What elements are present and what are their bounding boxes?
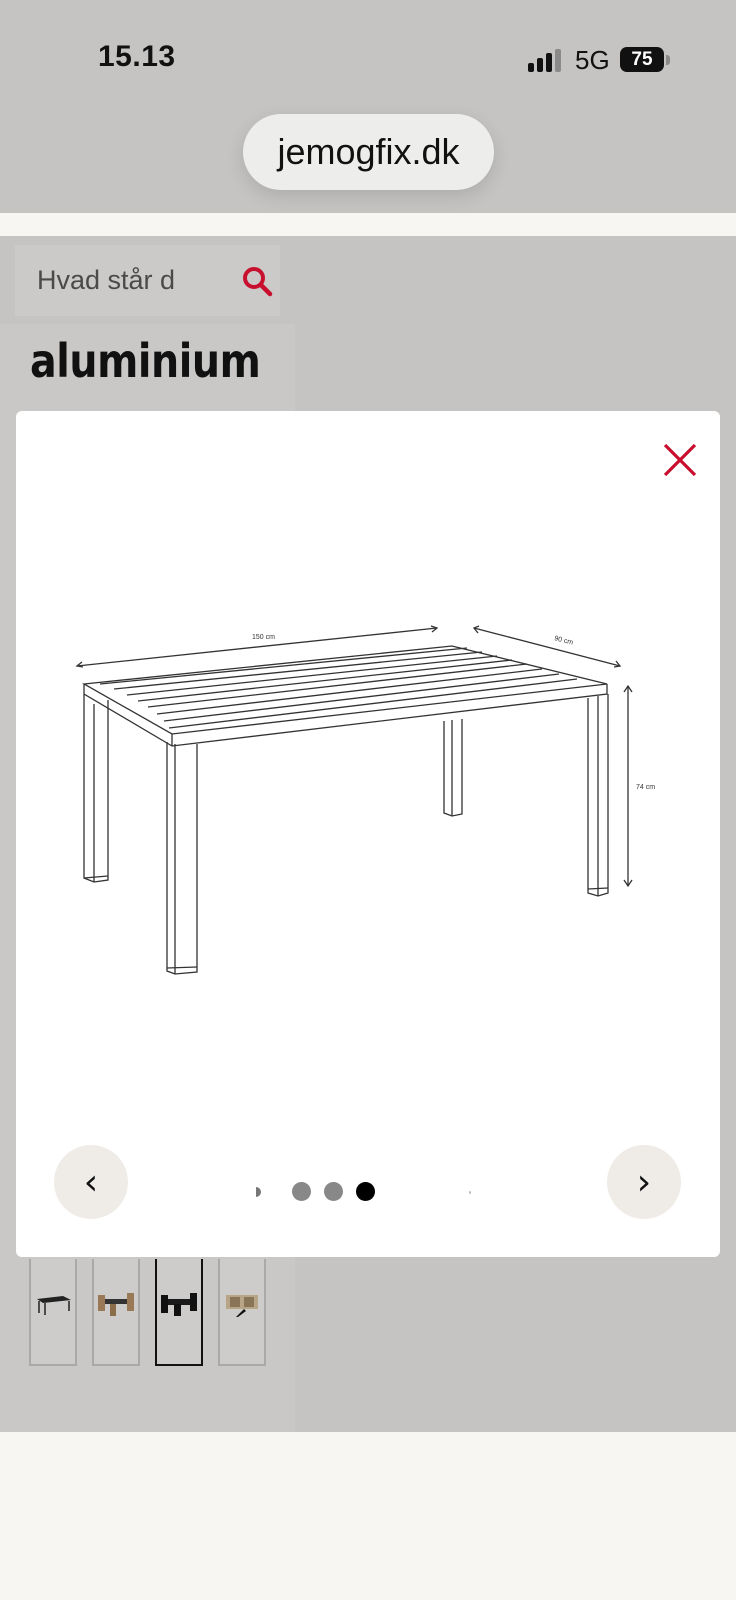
thumb-set-black[interactable] bbox=[155, 1259, 203, 1366]
pagination-dot[interactable] bbox=[292, 1182, 311, 1201]
dimension-width: 90 cm bbox=[554, 635, 574, 646]
signal-icon bbox=[528, 49, 564, 72]
pagination-dot[interactable] bbox=[256, 1187, 261, 1197]
previous-image-button[interactable]: ‹ bbox=[54, 1145, 128, 1219]
page-bottom bbox=[0, 1432, 736, 1600]
thumb-set-rattan[interactable] bbox=[218, 1259, 266, 1366]
search-input[interactable]: Hvad står d bbox=[37, 265, 192, 296]
thumb-set-wood[interactable] bbox=[92, 1259, 140, 1366]
table-line-drawing: 150 cm 90 cm 74 cm bbox=[75, 625, 655, 975]
battery-icon: 75 bbox=[620, 47, 664, 72]
close-icon[interactable] bbox=[656, 436, 704, 484]
dimension-length: 150 cm bbox=[252, 634, 275, 641]
browser-top-bar: 15.13 5G 75 jemogfix.dk bbox=[0, 0, 736, 213]
next-image-button[interactable]: › bbox=[607, 1145, 681, 1219]
status-time: 15.13 bbox=[98, 40, 176, 73]
url-bar[interactable]: jemogfix.dk bbox=[243, 114, 494, 190]
battery-tip bbox=[666, 55, 670, 65]
page-top-strip bbox=[0, 213, 736, 236]
pagination-dot[interactable] bbox=[324, 1182, 343, 1201]
dimension-height: 74 cm bbox=[636, 784, 655, 791]
search-box[interactable]: Hvad står d bbox=[15, 245, 280, 316]
page-title: aluminium bbox=[30, 334, 261, 388]
pagination-dot[interactable] bbox=[469, 1191, 471, 1194]
search-icon[interactable] bbox=[241, 265, 273, 297]
pagination-dot-active[interactable] bbox=[356, 1182, 375, 1201]
thumb-table[interactable] bbox=[29, 1259, 77, 1366]
image-gallery-modal: 150 cm 90 cm 74 cm ‹ › bbox=[16, 411, 720, 1257]
network-label: 5G bbox=[575, 45, 610, 75]
gallery-pagination bbox=[251, 1181, 471, 1203]
